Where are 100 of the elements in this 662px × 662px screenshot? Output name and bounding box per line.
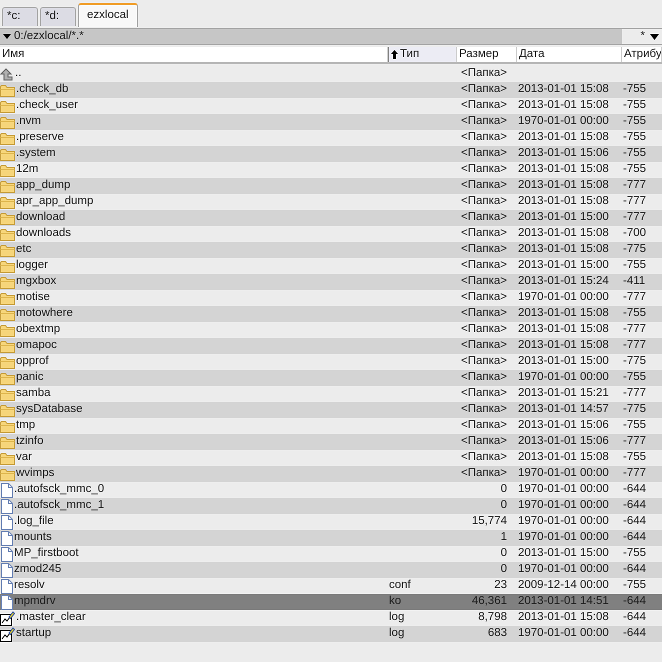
file-row[interactable]: zmod245 0 1970-01-01 00:00 -644 — [0, 562, 662, 578]
file-name: motowhere — [16, 306, 73, 322]
file-row[interactable]: wvimps <Папка> 1970-01-01 00:00 -777 — [0, 466, 662, 482]
file-attributes: -755 — [623, 370, 646, 386]
file-name: apr_app_dump — [16, 194, 94, 210]
dropdown-arrow-icon[interactable] — [650, 34, 659, 40]
file-name: opprof — [16, 354, 49, 370]
file-row[interactable]: sysDatabase <Папка> 2013-01-01 14:57 -775 — [0, 402, 662, 418]
file-date: 1970-01-01 00:00 — [518, 562, 609, 578]
file-row[interactable]: .check_db <Папка> 2013-01-01 15:08 -755 — [0, 82, 662, 98]
folder-icon — [0, 164, 15, 176]
file-date: 1970-01-01 00:00 — [518, 290, 609, 306]
file-date: 2013-01-01 15:00 — [518, 354, 609, 370]
file-size: <Папка> — [461, 450, 507, 466]
file-attributes: -755 — [623, 418, 646, 434]
file-type: ko — [389, 594, 402, 610]
log-file-icon — [0, 626, 15, 642]
file-name: .system — [16, 146, 56, 162]
folder-icon — [0, 340, 15, 352]
file-date: 2013-01-01 15:08 — [518, 306, 609, 322]
file-name: 12m — [16, 162, 38, 178]
tab[interactable]: *c: — [2, 7, 38, 26]
file-name: motise — [16, 290, 50, 306]
folder-icon — [0, 292, 15, 304]
file-type: log — [389, 626, 404, 642]
file-name: .. — [15, 66, 22, 82]
folder-icon — [0, 420, 15, 432]
file-row[interactable]: mpmdrv ko 46,361 2013-01-01 14:51 -644 — [0, 594, 662, 610]
column-header[interactable]: Размер — [457, 47, 517, 62]
folder-icon — [0, 116, 15, 128]
file-date: 1970-01-01 00:00 — [518, 498, 609, 514]
file-attributes: -775 — [623, 402, 646, 418]
file-name: etc — [16, 242, 32, 258]
file-date: 2013-01-01 15:06 — [518, 434, 609, 450]
file-row[interactable]: motowhere <Папка> 2013-01-01 15:08 -755 — [0, 306, 662, 322]
file-row[interactable]: tzinfo <Папка> 2013-01-01 15:06 -777 — [0, 434, 662, 450]
file-row[interactable]: panic <Папка> 1970-01-01 00:00 -755 — [0, 370, 662, 386]
file-icon — [0, 578, 13, 594]
file-size: <Папка> — [461, 242, 507, 258]
file-attributes: -644 — [623, 530, 646, 546]
file-date: 2013-01-01 15:08 — [518, 178, 609, 194]
file-row[interactable]: omapoc <Папка> 2013-01-01 15:08 -777 — [0, 338, 662, 354]
file-date: 2013-01-01 15:08 — [518, 98, 609, 114]
file-size: <Папка> — [461, 434, 507, 450]
file-row[interactable]: etc <Папка> 2013-01-01 15:08 -775 — [0, 242, 662, 258]
file-date: 1970-01-01 00:00 — [518, 530, 609, 546]
file-name: app_dump — [16, 178, 70, 194]
folder-icon — [0, 308, 15, 320]
column-header[interactable]: Дата — [517, 47, 622, 62]
file-attributes: -411 — [623, 274, 646, 290]
file-date: 2013-01-01 15:06 — [518, 418, 609, 434]
tab[interactable]: *d: — [40, 7, 76, 26]
file-name: resolv — [14, 578, 45, 594]
file-size: 0 — [500, 482, 507, 498]
file-attributes: -755 — [623, 450, 646, 466]
sort-arrow-icon — [391, 50, 398, 59]
file-size: <Папка> — [461, 130, 507, 146]
folder-icon — [0, 404, 15, 416]
file-name: .master_clear — [16, 610, 86, 626]
folder-icon — [0, 260, 15, 272]
column-header[interactable]: Тип — [388, 47, 457, 62]
path-text: 0:/ezxlocal/*.* — [14, 28, 85, 44]
file-row[interactable]: mounts 1 1970-01-01 00:00 -644 — [0, 530, 662, 546]
file-name: .nvm — [16, 114, 41, 130]
file-date: 2013-01-01 15:00 — [518, 258, 609, 274]
file-row[interactable]: download <Папка> 2013-01-01 15:00 -777 — [0, 210, 662, 226]
file-attributes: -644 — [623, 626, 646, 642]
file-row[interactable]: startup log 683 1970-01-01 00:00 -644 — [0, 626, 662, 642]
file-size: 15,774 — [472, 514, 507, 530]
file-size: <Папка> — [461, 114, 507, 130]
file-row[interactable]: mgxbox <Папка> 2013-01-01 15:24 -411 — [0, 274, 662, 290]
file-name: mpmdrv — [14, 594, 56, 610]
file-row[interactable]: .autofsck_mmc_1 0 1970-01-01 00:00 -644 — [0, 498, 662, 514]
filter-text[interactable]: * — [640, 28, 645, 46]
file-row[interactable]: app_dump <Папка> 2013-01-01 15:08 -777 — [0, 178, 662, 194]
file-size: <Папка> — [461, 66, 507, 82]
file-size: 1 — [500, 530, 507, 546]
file-icon — [0, 482, 13, 498]
file-date: 2013-01-01 15:08 — [518, 338, 609, 354]
file-size: <Папка> — [461, 418, 507, 434]
file-size: <Папка> — [461, 194, 507, 210]
file-name: .check_db — [16, 82, 68, 98]
dropdown-arrow-icon[interactable] — [3, 34, 11, 39]
folder-icon — [0, 388, 15, 400]
file-size: <Папка> — [461, 146, 507, 162]
file-name: download — [16, 210, 66, 226]
file-date: 2013-01-01 15:08 — [518, 226, 609, 242]
folder-icon — [0, 452, 15, 464]
file-attributes: -644 — [623, 562, 646, 578]
file-attributes: -777 — [623, 434, 646, 450]
file-attributes: -755 — [623, 98, 646, 114]
file-size: 0 — [500, 562, 507, 578]
file-size: <Папка> — [461, 226, 507, 242]
file-name: downloads — [16, 226, 71, 242]
file-row[interactable]: .system <Папка> 2013-01-01 15:06 -755 — [0, 146, 662, 162]
file-row[interactable]: .nvm <Папка> 1970-01-01 00:00 -755 — [0, 114, 662, 130]
file-date: 1970-01-01 00:00 — [518, 514, 609, 530]
folder-icon — [0, 324, 15, 336]
tab[interactable]: ezxlocal — [78, 3, 138, 27]
file-name: panic — [16, 370, 44, 386]
